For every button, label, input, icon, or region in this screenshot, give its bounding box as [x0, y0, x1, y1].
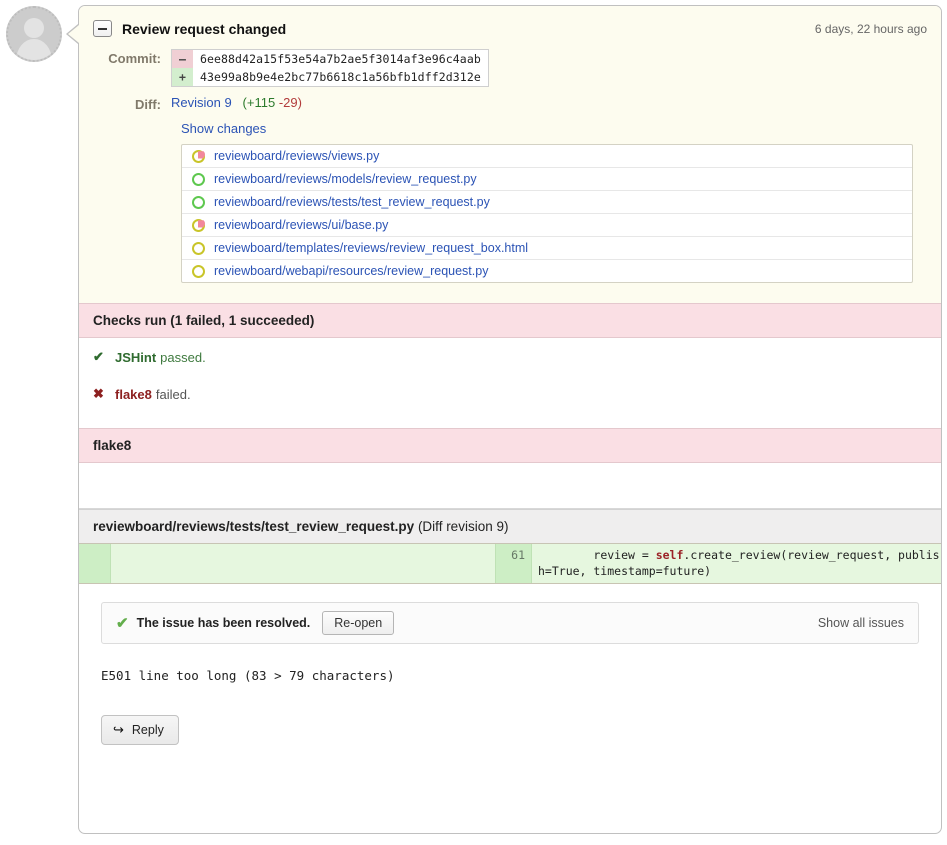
commit-new-sign: + [171, 68, 193, 87]
check-failure-icon: ✖ [93, 386, 104, 401]
entry-header: Review request changed 6 days, 22 hours … [79, 6, 941, 45]
issue-status-text: The issue has been resolved. [136, 616, 311, 630]
code-prefix: review = [538, 548, 656, 562]
list-item[interactable]: reviewboard/webapi/resources/review_requ… [182, 260, 912, 282]
file-name-link[interactable]: reviewboard/webapi/resources/review_requ… [214, 264, 488, 278]
collapse-minus-icon[interactable] [93, 20, 112, 37]
diff-revision-label: (Diff revision 9) [417, 519, 509, 534]
reply-row: ↩ Reply [79, 683, 941, 765]
diff-old-linenum-gutter [79, 544, 111, 583]
file-name-link[interactable]: reviewboard/reviews/ui/base.py [214, 218, 388, 232]
progress-ring-icon [192, 195, 205, 209]
review-entry-box: Review request changed 6 days, 22 hours … [78, 5, 942, 834]
bubble-tail-fill [68, 25, 79, 43]
issue-status-banner: ✔ The issue has been resolved. Re-open S… [101, 602, 919, 644]
file-list-row: reviewboard/reviews/views.py reviewboard… [79, 140, 941, 303]
progress-ring-icon [192, 218, 205, 232]
progress-ring-icon [192, 172, 205, 186]
diff-code-text: review = self.create_review(review_reque… [532, 544, 941, 583]
commit-new-hash: 43e99a8b9e4e2bc77b6618c1a56bfb1dff2d312e [199, 70, 481, 84]
commit-old-sign: – [171, 49, 193, 68]
file-name-link[interactable]: reviewboard/reviews/models/review_reques… [214, 172, 477, 186]
commit-hash-table: – 6ee88d42a15f53e54a7b2ae5f3014af3e96c4a… [171, 49, 489, 87]
list-item[interactable]: reviewboard/reviews/models/review_reques… [182, 168, 912, 191]
reply-button-label: Reply [131, 723, 164, 737]
issue-resolved-icon: ✔ [116, 615, 129, 632]
progress-ring-icon [192, 264, 205, 278]
list-item[interactable]: reviewboard/templates/reviews/review_req… [182, 237, 912, 260]
checks-results-section: ✔ JSHint passed. ✖ flake8 failed. [79, 338, 941, 428]
check-name: flake8 [115, 387, 152, 402]
diff-label: Diff: [135, 97, 161, 112]
check-state: passed. [160, 350, 206, 365]
code-keyword: self [655, 548, 684, 562]
diff-field-row: Diff: Revision 9 (+115 -29) [79, 91, 941, 116]
show-changes-link[interactable]: Show changes [181, 121, 266, 136]
show-changes-row: Show changes [79, 116, 941, 140]
show-all-issues-link[interactable]: Show all issues [818, 616, 904, 630]
timestamp: 6 days, 22 hours ago [814, 21, 927, 36]
check-name: JSHint [115, 350, 157, 365]
comment-area: ✔ The issue has been resolved. Re-open S… [79, 584, 941, 644]
changed-files-list: reviewboard/reviews/views.py reviewboard… [181, 144, 913, 283]
file-name-link[interactable]: reviewboard/reviews/views.py [214, 149, 379, 163]
flake8-heading: flake8 [79, 428, 941, 463]
check-result-row: ✔ JSHint passed. [79, 338, 941, 377]
reply-arrow-icon: ↩ [113, 722, 124, 737]
commit-new-row: + 43e99a8b9e4e2bc77b6618c1a56bfb1dff2d31… [171, 68, 489, 87]
commit-value: – 6ee88d42a15f53e54a7b2ae5f3014af3e96c4a… [171, 49, 927, 87]
progress-ring-icon [192, 241, 205, 255]
list-item[interactable]: reviewboard/reviews/tests/test_review_re… [182, 191, 912, 214]
diff-deletions: -29) [278, 95, 302, 110]
file-name-link[interactable]: reviewboard/reviews/tests/test_review_re… [214, 195, 490, 209]
commit-field-row: Commit: – 6ee88d42a15f53e54a7b2ae5f3014a… [79, 45, 941, 91]
avatar-head-shape [24, 17, 44, 38]
diff-value: Revision 9 (+115 -29) [171, 95, 927, 112]
list-item[interactable]: reviewboard/reviews/ui/base.py [182, 214, 912, 237]
avatar[interactable] [6, 6, 62, 62]
comment-text: E501 line too long (83 > 79 characters) [101, 668, 395, 683]
layout-spacer [93, 144, 181, 283]
diff-code-row[interactable]: 61 review = self.create_review(review_re… [79, 544, 941, 584]
list-item[interactable]: reviewboard/reviews/views.py [182, 145, 912, 168]
check-result-row: ✖ flake8 failed. [79, 377, 941, 414]
page-title: Review request changed [122, 20, 287, 37]
diff-old-code-cell [111, 544, 496, 583]
avatar-body-shape [16, 39, 52, 60]
check-success-icon: ✔ [93, 349, 104, 364]
progress-ring-icon [192, 149, 205, 163]
flake8-body [79, 463, 941, 509]
diff-new-linenum: 61 [496, 544, 532, 583]
diff-insertions: (+115 [242, 95, 276, 110]
commit-old-row: – 6ee88d42a15f53e54a7b2ae5f3014af3e96c4a… [171, 49, 489, 68]
minus-bar [98, 27, 107, 30]
commit-old-hash: 6ee88d42a15f53e54a7b2ae5f3014af3e96c4aab [199, 52, 481, 66]
check-state: failed. [155, 387, 191, 402]
changedesc-section: Review request changed 6 days, 22 hours … [79, 6, 941, 303]
checks-run-heading: Checks run (1 failed, 1 succeeded) [79, 303, 941, 338]
diff-file-header: reviewboard/reviews/tests/test_review_re… [79, 509, 941, 544]
diff-file-name: reviewboard/reviews/tests/test_review_re… [93, 519, 415, 534]
review-request-changed-entry: Review request changed 6 days, 22 hours … [0, 0, 947, 845]
file-name-link[interactable]: reviewboard/templates/reviews/review_req… [214, 241, 528, 255]
diff-revision-link[interactable]: Revision 9 [171, 95, 232, 110]
commit-label: Commit: [108, 51, 161, 66]
reopen-button[interactable]: Re-open [322, 611, 395, 635]
reply-button[interactable]: ↩ Reply [101, 715, 179, 745]
checks-section-padding [79, 414, 941, 428]
avatar-placeholder-icon [6, 6, 62, 62]
layout-spacer [93, 121, 181, 136]
